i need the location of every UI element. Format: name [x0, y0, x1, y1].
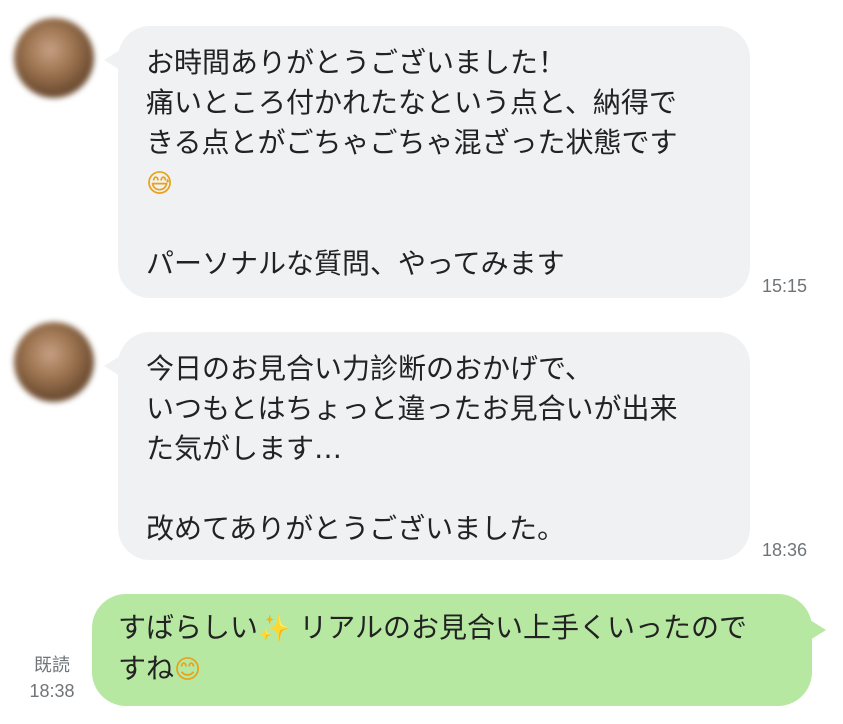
message-bubble-outgoing[interactable]: すばらしい✨ リアルのお見合い上手くいったので すね😊 — [92, 594, 826, 706]
message-timestamp: 18:36 — [762, 540, 808, 560]
message-text-line: 痛いところ付かれたなという点と、納得で — [146, 86, 677, 119]
message-text-line: すね — [118, 652, 175, 685]
message-bubble-incoming[interactable]: お時間ありがとうございました！ 痛いところ付かれたなという点と、納得で きる点と… — [104, 26, 750, 298]
message-text-line: お時間ありがとうございました！ — [146, 46, 567, 79]
grinning-sweat-icon: 😅 — [146, 169, 174, 199]
read-status-label: 既読 — [34, 655, 70, 675]
message-text-line: 改めてありがとうございました。 — [146, 512, 566, 545]
message-bubble-incoming[interactable]: 今日のお見合い力診断のおかげで、 いつもとはちょっと違ったお見合いが出来 た気が… — [104, 332, 750, 560]
message-timestamp: 15:15 — [762, 276, 808, 296]
message-text-part: すばらしい — [118, 611, 259, 644]
message-text-line: パーソナルな質問、やってみます — [146, 247, 565, 280]
message-text-line: きる点とがごちゃごちゃ混ざった状態です — [146, 126, 678, 159]
contact-avatar[interactable] — [14, 18, 94, 98]
read-receipt: 既読 18:38 — [22, 652, 82, 704]
contact-avatar[interactable] — [14, 322, 94, 402]
message-text-line: 今日のお見合い力診断のおかげで、 — [146, 352, 593, 385]
message-text-line: いつもとはちょっと違ったお見合いが出来 — [146, 392, 678, 425]
sparkles-icon: ✨ — [258, 614, 291, 644]
message-text-part: リアルのお見合い上手くいったので — [290, 611, 748, 644]
message-timestamp: 18:38 — [29, 681, 75, 701]
smiling-face-icon: 😊 — [174, 655, 202, 685]
message-text-line: た気がします… — [146, 432, 343, 465]
